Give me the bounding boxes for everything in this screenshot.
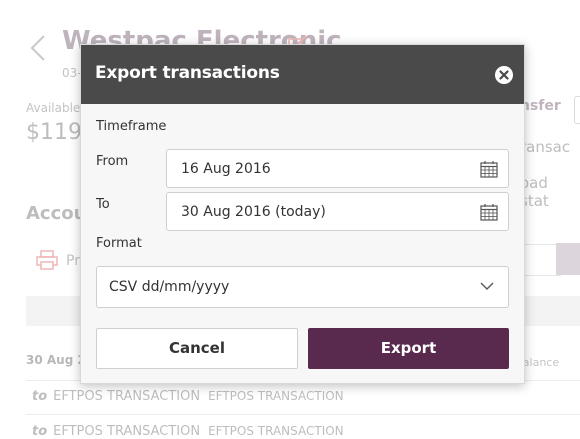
- download-statements-link[interactable]: oad stat: [520, 174, 580, 210]
- back-icon[interactable]: [28, 34, 50, 62]
- row-divider: [26, 414, 580, 415]
- close-icon: [499, 70, 509, 80]
- dialog-header: Export transactions: [81, 45, 524, 104]
- format-value: CSV dd/mm/yyyy: [109, 279, 230, 295]
- calendar-icon[interactable]: [480, 160, 498, 178]
- available-label: Available: [26, 101, 81, 115]
- chevron-down-icon: [480, 282, 494, 290]
- from-date-field[interactable]: 16 Aug 2016: [166, 149, 509, 188]
- format-label: Format: [96, 236, 142, 251]
- from-label: From: [96, 154, 129, 169]
- transfer-select[interactable]: [574, 96, 580, 124]
- calendar-icon[interactable]: [480, 203, 498, 221]
- section-title: Accou: [26, 203, 87, 224]
- print-icon[interactable]: [36, 250, 58, 270]
- to-date-value: 30 Aug 2016 (today): [181, 204, 326, 220]
- transaction-name: EFTPOS TRANSACTION: [53, 424, 201, 439]
- from-date-value: 16 Aug 2016: [181, 161, 271, 177]
- transaction-name: EFTPOS TRANSACTION: [53, 389, 201, 404]
- print-label[interactable]: Pr: [66, 253, 80, 269]
- table-row[interactable]: to EFTPOS TRANSACTION EFTPOS TRANSACTION: [32, 389, 344, 404]
- account-number: 03-: [62, 66, 82, 80]
- to-date-field[interactable]: 30 Aug 2016 (today): [166, 192, 509, 231]
- export-button[interactable]: Export: [308, 328, 509, 369]
- direction-label: to: [32, 389, 48, 404]
- close-button[interactable]: [495, 66, 513, 84]
- export-dialog: Export transactions Timeframe From 16 Au…: [80, 44, 525, 384]
- cancel-button[interactable]: Cancel: [96, 328, 298, 369]
- timeframe-label: Timeframe: [96, 119, 167, 134]
- transaction-description: EFTPOS TRANSACTION: [208, 424, 344, 438]
- dialog-title: Export transactions: [95, 63, 280, 83]
- direction-label: to: [32, 424, 48, 439]
- format-select[interactable]: CSV dd/mm/yyyy: [96, 266, 509, 308]
- search-input[interactable]: [520, 244, 561, 276]
- date-group-label: 30 Aug 2: [26, 353, 86, 367]
- transaction-description: EFTPOS TRANSACTION: [208, 389, 344, 403]
- search-button[interactable]: [556, 243, 580, 275]
- transactions-link[interactable]: ransac: [520, 138, 570, 156]
- table-row[interactable]: to EFTPOS TRANSACTION EFTPOS TRANSACTION: [32, 424, 344, 439]
- to-label: To: [96, 197, 110, 212]
- transfer-button[interactable]: nsfer: [520, 98, 561, 114]
